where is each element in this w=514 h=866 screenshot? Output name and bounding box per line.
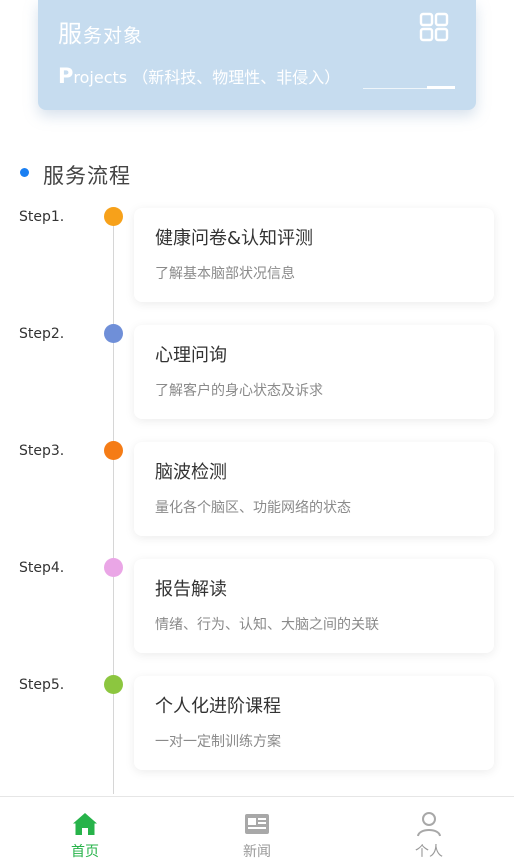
step-label: Step5. — [19, 677, 65, 693]
step-label: Step2. — [19, 326, 65, 342]
step-card-desc: 了解客户的身心状态及诉求 — [155, 383, 323, 399]
step-card[interactable]: 健康问卷&认知评测 了解基本脑部状况信息 — [134, 208, 494, 302]
banner-subtitle: Projects （新科技、物理性、非侵入） — [58, 64, 341, 88]
step-card-desc: 一对一定制训练方案 — [155, 734, 281, 750]
step-dot — [104, 207, 123, 226]
step-label: Step1. — [19, 209, 65, 225]
banner-indicator — [427, 86, 455, 89]
user-icon — [417, 812, 441, 837]
step-card-desc: 情绪、行为、认知、大脑之间的关联 — [155, 617, 379, 633]
step-label: Step3. — [19, 443, 65, 459]
step-card[interactable]: 脑波检测 量化各个脑区、功能网络的状态 — [134, 442, 494, 536]
home-icon — [73, 813, 97, 835]
step-label: Step4. — [19, 560, 65, 576]
step-card[interactable]: 报告解读 情绪、行为、认知、大脑之间的关联 — [134, 559, 494, 653]
step-card-desc: 量化各个脑区、功能网络的状态 — [155, 500, 351, 516]
step-dot — [104, 558, 123, 577]
step-card-desc: 了解基本脑部状况信息 — [155, 266, 295, 282]
bottom-tab-bar: 首页 新闻 个人 — [0, 796, 514, 866]
service-target-banner[interactable]: 服务对象 Projects （新科技、物理性、非侵入） — [38, 0, 476, 110]
section-bullet — [20, 168, 29, 177]
step-card-title: 心理问询 — [155, 345, 227, 366]
step-dot — [104, 675, 123, 694]
tab-profile[interactable]: 个人 — [379, 797, 479, 866]
banner-divider — [363, 88, 428, 89]
tab-label: 首页 — [71, 844, 99, 860]
section-title: 服务流程 — [43, 164, 131, 188]
timeline-line — [113, 216, 114, 794]
step-card[interactable]: 心理问询 了解客户的身心状态及诉求 — [134, 325, 494, 419]
step-dot — [104, 441, 123, 460]
step-card[interactable]: 个人化进阶课程 一对一定制训练方案 — [134, 676, 494, 770]
step-card-title: 个人化进阶课程 — [155, 696, 281, 717]
step-dot — [104, 324, 123, 343]
step-card-title: 健康问卷&认知评测 — [155, 228, 314, 249]
tab-label: 新闻 — [243, 844, 271, 860]
step-card-title: 报告解读 — [155, 579, 227, 600]
page: 服务对象 Projects （新科技、物理性、非侵入） 服务流程 Step1. … — [0, 0, 514, 866]
tab-label: 个人 — [415, 844, 443, 860]
news-icon — [245, 814, 269, 834]
step-card-title: 脑波检测 — [155, 462, 227, 483]
grid-icon[interactable] — [419, 12, 449, 42]
tab-home[interactable]: 首页 — [35, 797, 135, 866]
tab-news[interactable]: 新闻 — [207, 797, 307, 866]
banner-title: 服务对象 — [58, 20, 144, 48]
